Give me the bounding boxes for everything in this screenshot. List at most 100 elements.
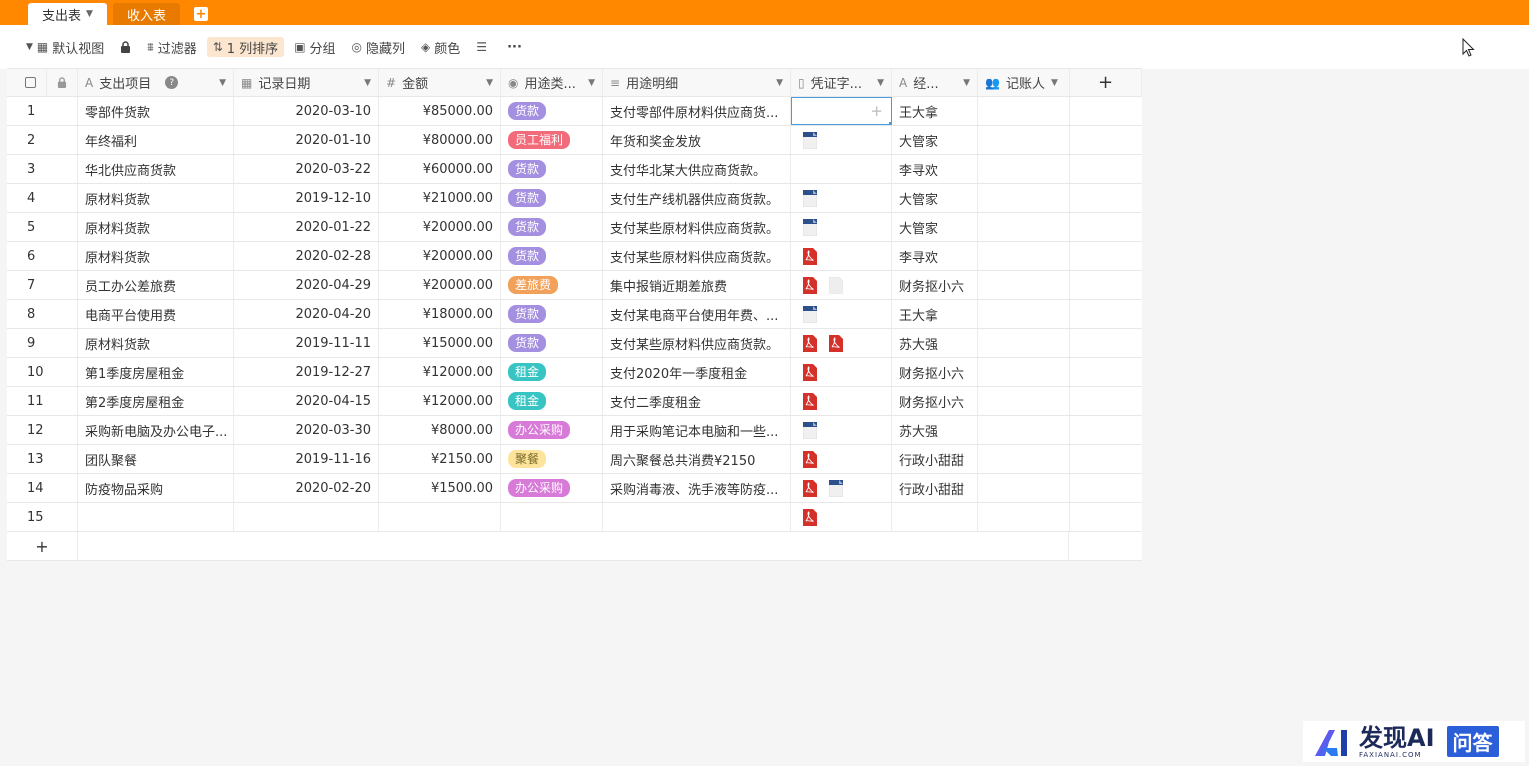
table-row[interactable]: 10 第1季度房屋租金 2019-12-27 ¥12000.00 租金 支付2020年一季…	[7, 358, 1142, 387]
cell-date[interactable]: 2020-01-22	[234, 213, 379, 241]
cell-name[interactable]: 原材料货款	[78, 184, 234, 212]
cell-attachment[interactable]	[791, 474, 892, 502]
cell-name[interactable]: 原材料货款	[78, 213, 234, 241]
pdf-file-icon[interactable]	[829, 334, 843, 352]
cell-recorder[interactable]	[978, 242, 1070, 270]
chevron-down-icon[interactable]: ▼	[877, 78, 884, 88]
cell-amount[interactable]: ¥20000.00	[379, 271, 501, 299]
cell-recorder[interactable]	[978, 416, 1070, 444]
cell-type[interactable]: 货款	[501, 155, 603, 183]
cell-desc[interactable]: 周六聚餐总共消费¥2150	[603, 445, 791, 473]
cell-amount[interactable]: ¥60000.00	[379, 155, 501, 183]
pdf-file-icon[interactable]	[803, 479, 817, 497]
cell-attachment[interactable]	[791, 242, 892, 270]
pdf-file-icon[interactable]	[803, 247, 817, 265]
cell-attachment[interactable]	[791, 358, 892, 386]
row-number[interactable]: 1	[7, 97, 78, 125]
cell-attachment[interactable]	[791, 155, 892, 183]
table-row[interactable]: 7 员工办公差旅费 2020-04-29 ¥20000.00 差旅费 集中报销近期差旅费 财…	[7, 271, 1142, 300]
cell-recorder[interactable]	[978, 358, 1070, 386]
row-height-button[interactable]: ☰	[470, 37, 497, 57]
cell-desc[interactable]: 支付生产线机器供应商货款。	[603, 184, 791, 212]
cell-type[interactable]: 货款	[501, 97, 603, 125]
row-number[interactable]: 9	[7, 329, 78, 357]
filter-button[interactable]: ⩩ 过滤器	[141, 37, 202, 57]
tab-expense[interactable]: 支出表 ▼	[28, 3, 107, 25]
group-button[interactable]: ▣ 分组	[288, 37, 341, 57]
color-button[interactable]: ◈ 颜色	[415, 37, 466, 57]
pdf-file-icon[interactable]	[803, 334, 817, 352]
cell-recorder[interactable]	[978, 474, 1070, 502]
cell-date[interactable]: 2020-04-20	[234, 300, 379, 328]
cell-type[interactable]: 货款	[501, 329, 603, 357]
pdf-file-icon[interactable]	[803, 508, 817, 526]
cell-name[interactable]	[78, 503, 234, 531]
table-row[interactable]: 15	[7, 503, 1142, 532]
cell-manager[interactable]	[892, 503, 978, 531]
cell-date[interactable]: 2019-11-11	[234, 329, 379, 357]
cell-attachment[interactable]	[791, 387, 892, 415]
cell-type[interactable]: 货款	[501, 184, 603, 212]
document-file-icon[interactable]	[829, 479, 843, 497]
cell-name[interactable]: 原材料货款	[78, 242, 234, 270]
cell-desc[interactable]: 集中报销近期差旅费	[603, 271, 791, 299]
table-row[interactable]: 2 年终福利 2020-01-10 ¥80000.00 员工福利 年货和奖金发放 大管家	[7, 126, 1142, 155]
document-file-icon[interactable]	[803, 421, 817, 439]
cell-manager[interactable]: 行政小甜甜	[892, 474, 978, 502]
cell-recorder[interactable]	[978, 155, 1070, 183]
pdf-file-icon[interactable]	[803, 392, 817, 410]
cell-attachment[interactable]	[791, 184, 892, 212]
cell-type[interactable]: 办公采购	[501, 474, 603, 502]
cell-type[interactable]: 差旅费	[501, 271, 603, 299]
cell-type[interactable]: 员工福利	[501, 126, 603, 154]
document-file-icon[interactable]	[803, 131, 817, 149]
cell-attachment[interactable]	[791, 213, 892, 241]
table-row[interactable]: 14 防疫物品采购 2020-02-20 ¥1500.00 办公采购 采购消毒液、洗手液等…	[7, 474, 1142, 503]
document-file-icon[interactable]	[803, 305, 817, 323]
cell-recorder[interactable]	[978, 97, 1070, 125]
cell-recorder[interactable]	[978, 387, 1070, 415]
lock-column-icon[interactable]	[47, 69, 78, 96]
cell-recorder[interactable]	[978, 445, 1070, 473]
cell-manager[interactable]: 财务抠小六	[892, 387, 978, 415]
table-row[interactable]: 4 原材料货款 2019-12-10 ¥21000.00 货款 支付生产线机器供应商货款。…	[7, 184, 1142, 213]
chevron-down-icon[interactable]: ▼	[1051, 78, 1058, 88]
cell-type[interactable]: 货款	[501, 242, 603, 270]
tab-income[interactable]: 收入表	[112, 3, 180, 25]
row-number[interactable]: 13	[7, 445, 78, 473]
cell-manager[interactable]: 李寻欢	[892, 242, 978, 270]
cell-desc[interactable]: 支付2020年一季度租金	[603, 358, 791, 386]
cell-type[interactable]: 货款	[501, 300, 603, 328]
cell-amount[interactable]: ¥85000.00	[379, 97, 501, 125]
row-number[interactable]: 10	[7, 358, 78, 386]
cell-date[interactable]: 2020-02-28	[234, 242, 379, 270]
table-row[interactable]: 12 采购新电脑及办公电子... 2020-03-30 ¥8000.00 办公采购 用于采…	[7, 416, 1142, 445]
cell-manager[interactable]: 王大拿	[892, 300, 978, 328]
cell-recorder[interactable]	[978, 126, 1070, 154]
row-number[interactable]: 11	[7, 387, 78, 415]
table-row[interactable]: 3 华北供应商货款 2020-03-22 ¥60000.00 货款 支付华北某大供应商货款…	[7, 155, 1142, 184]
chevron-down-icon[interactable]: ▼	[219, 78, 226, 88]
chevron-down-icon[interactable]: ▼	[364, 78, 371, 88]
cell-attachment[interactable]	[791, 329, 892, 357]
cell-type[interactable]: 聚餐	[501, 445, 603, 473]
cell-date[interactable]: 2019-11-16	[234, 445, 379, 473]
chevron-down-icon[interactable]: ▼	[776, 78, 783, 88]
more-button[interactable]: ···	[501, 37, 528, 57]
cell-type[interactable]: 货款	[501, 213, 603, 241]
cell-desc[interactable]: 支付二季度租金	[603, 387, 791, 415]
cell-date[interactable]: 2019-12-27	[234, 358, 379, 386]
cell-amount[interactable]	[379, 503, 501, 531]
cell-name[interactable]: 电商平台使用费	[78, 300, 234, 328]
table-row[interactable]: 13 团队聚餐 2019-11-16 ¥2150.00 聚餐 周六聚餐总共消费¥2150 行…	[7, 445, 1142, 474]
cell-name[interactable]: 防疫物品采购	[78, 474, 234, 502]
table-row[interactable]: 6 原材料货款 2020-02-28 ¥20000.00 货款 支付某些原材料供应商货款。…	[7, 242, 1142, 271]
cell-date[interactable]: 2020-04-15	[234, 387, 379, 415]
cell-name[interactable]: 采购新电脑及办公电子...	[78, 416, 234, 444]
cell-manager[interactable]: 苏大强	[892, 329, 978, 357]
cell-manager[interactable]: 大管家	[892, 213, 978, 241]
cell-date[interactable]: 2020-03-30	[234, 416, 379, 444]
cell-amount[interactable]: ¥21000.00	[379, 184, 501, 212]
column-header-name[interactable]: A 支出项目 ? ▼	[78, 69, 234, 96]
fill-handle[interactable]	[889, 122, 891, 124]
